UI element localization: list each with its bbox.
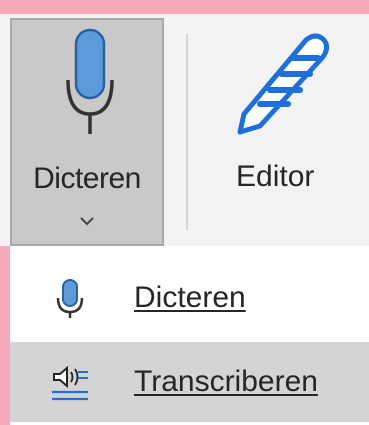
editor-pen-icon [237, 33, 330, 135]
ribbon-divider [186, 34, 188, 230]
menu-item-label: Dicteren [134, 281, 246, 314]
editor-button[interactable]: Editor [196, 18, 369, 246]
menu-item-label: Transcriberen [134, 365, 318, 398]
dictate-split-button[interactable]: Dicteren [10, 18, 164, 246]
dictate-button-label: Dicteren [33, 162, 141, 195]
editor-button-label: Editor [236, 160, 315, 193]
microphone-icon [66, 28, 114, 134]
dictate-dropdown-menu: Dicteren Transcriberen [0, 246, 369, 425]
chevron-down-icon[interactable] [79, 216, 95, 226]
microphone-icon [56, 279, 84, 318]
menu-item-dicteren[interactable]: Dicteren [10, 258, 369, 338]
transcribe-icon [52, 365, 88, 401]
menu-item-transcriberen[interactable]: Transcriberen [10, 342, 369, 422]
